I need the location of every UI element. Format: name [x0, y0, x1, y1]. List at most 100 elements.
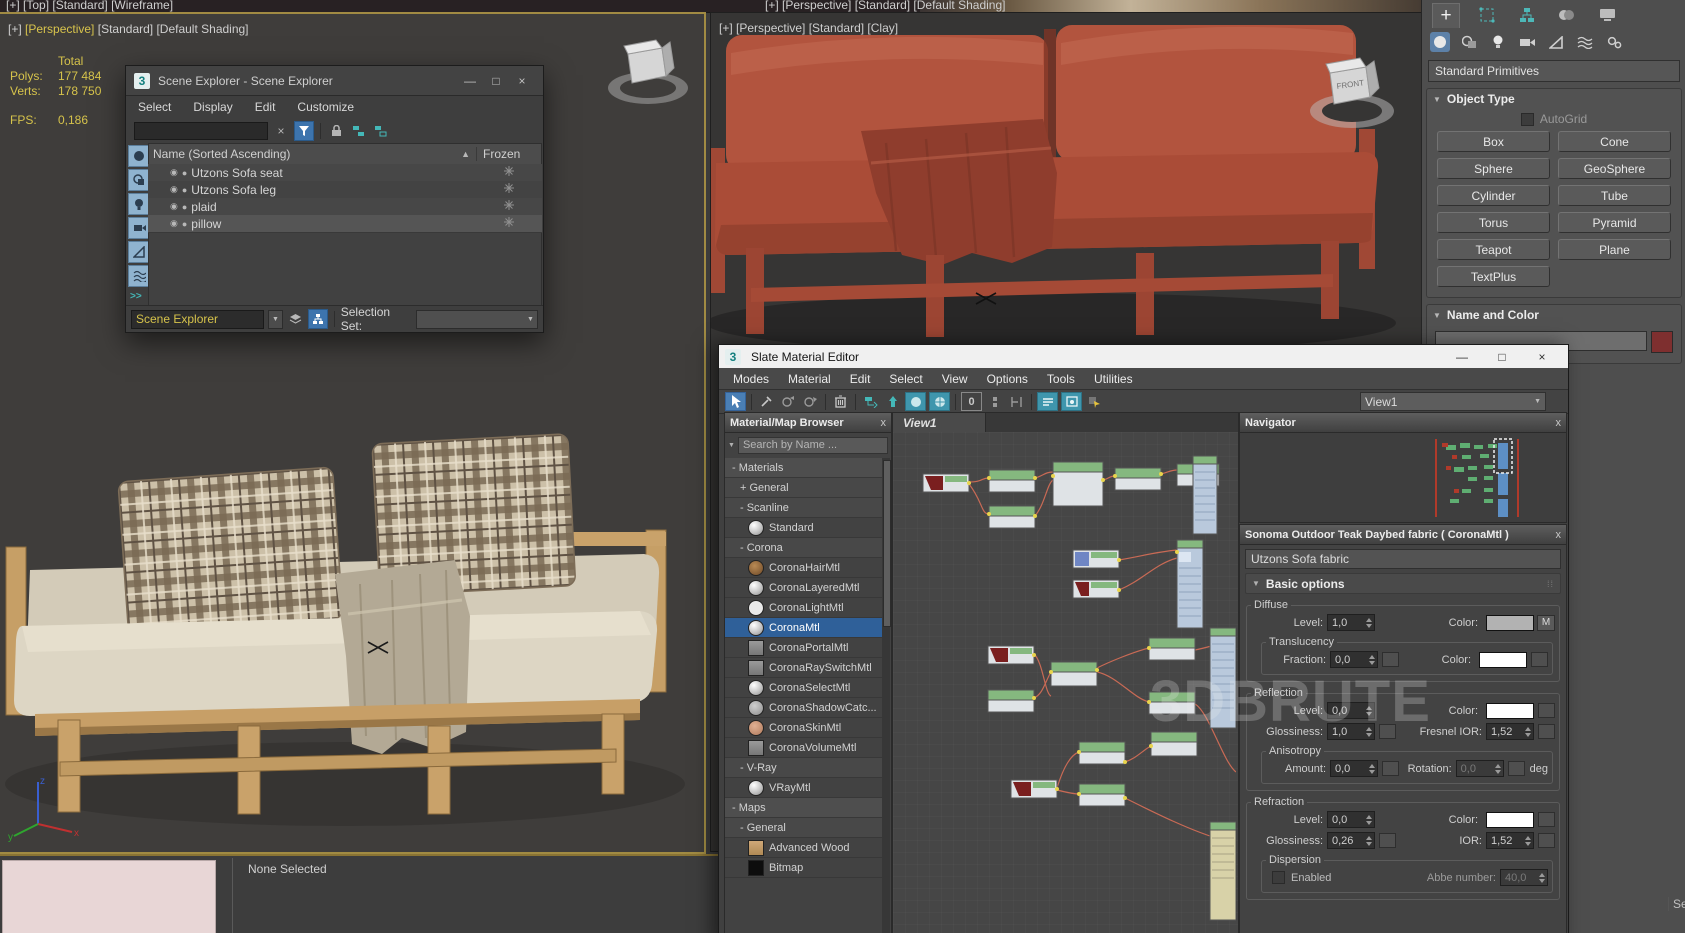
display-spacewarps-icon[interactable] — [128, 265, 150, 287]
selection-set-dropdown[interactable]: ▼ — [416, 310, 538, 329]
menu-edit[interactable]: Edit — [255, 100, 276, 114]
layers-icon[interactable] — [287, 310, 304, 328]
scrollbar-thumb[interactable] — [883, 460, 891, 627]
tab-view1[interactable]: View1 — [893, 413, 986, 432]
anisotropy-amount-spinner[interactable]: 0,0 — [1330, 760, 1378, 777]
display-lights-icon[interactable] — [128, 193, 150, 215]
pyramid-button[interactable]: Pyramid — [1558, 212, 1671, 233]
category-lights-icon[interactable] — [1488, 32, 1508, 52]
rotation-map-button[interactable] — [1508, 761, 1525, 776]
cylinder-button[interactable]: Cylinder — [1437, 185, 1550, 206]
material-name-field[interactable]: Utzons Sofa fabric — [1245, 549, 1561, 569]
close-icon[interactable]: × — [509, 74, 535, 88]
reflection-color-swatch[interactable] — [1486, 703, 1534, 719]
tab-create[interactable]: + — [1432, 3, 1460, 28]
select-tool-icon[interactable] — [725, 392, 746, 411]
plane-button[interactable]: Plane — [1558, 239, 1671, 260]
cone-button[interactable]: Cone — [1558, 131, 1671, 152]
group-corona[interactable]: - Corona — [725, 538, 882, 558]
fresnel-ior-spinner[interactable]: 1,52 — [1486, 723, 1534, 740]
translucency-color-swatch[interactable] — [1479, 652, 1527, 668]
menu-edit[interactable]: Edit — [850, 372, 871, 386]
maxscript-mini-listener[interactable] — [2, 860, 216, 933]
search-options-icon[interactable]: ▼ — [728, 442, 735, 449]
viewport-label[interactable]: [+] [Perspective] [Standard] [Default Sh… — [8, 22, 249, 36]
group-vray[interactable]: - V-Ray — [725, 758, 882, 778]
material-coronalayeredmtl[interactable]: CoronaLayeredMtl — [725, 578, 882, 598]
layout-children-icon[interactable] — [1007, 393, 1026, 410]
chevron-down-icon[interactable]: ▼ — [268, 310, 283, 329]
viewcube[interactable] — [604, 36, 696, 116]
display-cameras-icon[interactable] — [128, 217, 150, 239]
map-bitmap[interactable]: Bitmap — [725, 858, 882, 878]
close-icon[interactable]: x — [1556, 529, 1562, 541]
material-coronaskinmtl[interactable]: CoronaSkinMtl — [725, 718, 882, 738]
abbe-number-spinner[interactable]: 40,0 — [1500, 869, 1548, 886]
refraction-color-map-button[interactable] — [1538, 812, 1555, 827]
ior-spinner[interactable]: 1,52 — [1486, 832, 1534, 849]
refraction-color-swatch[interactable] — [1486, 812, 1534, 828]
frozen-snowflake-icon[interactable] — [504, 217, 514, 230]
tab-display[interactable] — [1594, 3, 1620, 27]
frozen-snowflake-icon[interactable] — [504, 183, 514, 196]
assign-to-selection-icon[interactable] — [801, 393, 820, 410]
menu-select[interactable]: Select — [138, 100, 171, 114]
fraction-map-button[interactable] — [1382, 652, 1399, 667]
minimize-icon[interactable]: — — [1442, 350, 1482, 364]
map-advanced-wood[interactable]: Advanced Wood — [725, 838, 882, 858]
incremental-save-icon[interactable] — [985, 393, 1004, 410]
menu-tools[interactable]: Tools — [1047, 372, 1075, 386]
object-type-rollout-header[interactable]: ▼ Object Type — [1427, 89, 1681, 109]
more-filters-expand[interactable]: >> — [130, 291, 142, 302]
tube-button[interactable]: Tube — [1558, 185, 1671, 206]
maximize-icon[interactable]: □ — [483, 74, 509, 88]
tab-hierarchy[interactable] — [1514, 3, 1540, 27]
fresnel-map-button[interactable] — [1538, 724, 1555, 739]
select-by-material-icon[interactable] — [1085, 393, 1104, 410]
hide-unused-slots-icon[interactable] — [883, 393, 902, 410]
refraction-glossiness-map-button[interactable] — [1379, 833, 1396, 848]
filter-funnel-icon[interactable] — [294, 121, 314, 141]
browser-header[interactable]: Material/Map Browser x — [725, 413, 891, 433]
node-graph-canvas[interactable] — [893, 432, 1238, 933]
close-icon[interactable]: x — [881, 417, 887, 429]
tab-motion[interactable] — [1554, 3, 1580, 27]
material-coronamtl-selected[interactable]: CoronaMtl — [725, 618, 882, 638]
rotation-spinner[interactable]: 0,0 — [1456, 760, 1504, 777]
show-background-icon[interactable] — [929, 392, 950, 411]
column-frozen[interactable]: Frozen — [476, 147, 541, 161]
group-scanline[interactable]: - Scanline — [725, 498, 882, 518]
top-viewport-label-left[interactable]: [+] [Top] [Standard] [Wireframe] — [6, 0, 173, 12]
explorer-name-combo[interactable]: Scene Explorer — [131, 310, 264, 329]
sort-ascending-icon[interactable]: ▲ — [461, 149, 470, 159]
category-shapes-icon[interactable] — [1459, 32, 1479, 52]
material-vraymtl[interactable]: VRayMtl — [725, 778, 882, 798]
teapot-button[interactable]: Teapot — [1437, 239, 1550, 260]
basic-options-rollout[interactable]: ▼ Basic options ⁞⁞ — [1245, 573, 1561, 594]
visibility-eye-icon[interactable]: ◉ — [170, 167, 178, 178]
delete-trash-icon[interactable] — [831, 393, 850, 410]
category-helpers-icon[interactable] — [1546, 32, 1566, 52]
viewport-label[interactable]: [+] [Perspective] [Standard] [Clay] — [719, 21, 898, 35]
browser-scrollbar[interactable] — [882, 458, 890, 933]
group-maps[interactable]: - Maps — [725, 798, 882, 818]
tab-modify[interactable] — [1474, 3, 1500, 27]
move-children-icon[interactable] — [861, 393, 880, 410]
group-materials[interactable]: - Materials — [725, 458, 882, 478]
category-spacewarps-icon[interactable] — [1575, 32, 1595, 52]
torus-button[interactable]: Torus — [1437, 212, 1550, 233]
sphere-button[interactable]: Sphere — [1437, 158, 1550, 179]
show-shaded-material-icon[interactable] — [905, 392, 926, 411]
pick-material-eyedropper-icon[interactable] — [757, 393, 776, 410]
search-input[interactable]: Search by Name ... — [738, 437, 888, 454]
scene-explorer-titlebar[interactable]: 3 Scene Explorer - Scene Explorer — □ × — [126, 66, 543, 96]
top-viewport-label-right[interactable]: [+] [Perspective] [Standard] [Default Sh… — [765, 0, 1005, 12]
browser-panel-toggle-icon[interactable] — [1061, 392, 1082, 411]
clear-search-icon[interactable]: × — [272, 122, 290, 140]
table-row[interactable]: ◉● pillow — [148, 215, 542, 233]
ior-map-button[interactable] — [1538, 833, 1555, 848]
diffuse-color-swatch[interactable] — [1486, 615, 1534, 631]
close-icon[interactable]: x — [1556, 417, 1562, 429]
dispersion-enabled-checkbox[interactable] — [1272, 871, 1285, 884]
display-helpers-icon[interactable] — [128, 241, 150, 263]
